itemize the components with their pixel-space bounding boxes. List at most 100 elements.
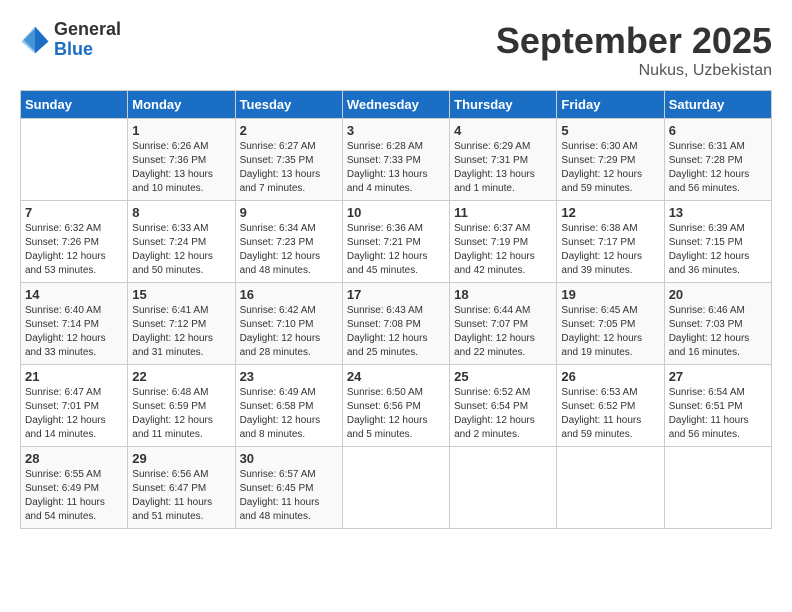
- day-info: Sunrise: 6:28 AM Sunset: 7:33 PM Dayligh…: [347, 140, 445, 196]
- calendar-cell: 30 Sunrise: 6:57 AM Sunset: 6:45 PM Dayl…: [235, 447, 342, 529]
- day-number: 26: [561, 369, 659, 384]
- calendar-cell: 24 Sunrise: 6:50 AM Sunset: 6:56 PM Dayl…: [342, 365, 449, 447]
- calendar-cell: 5 Sunrise: 6:30 AM Sunset: 7:29 PM Dayli…: [557, 119, 664, 201]
- day-number: 27: [669, 369, 767, 384]
- day-info: Sunrise: 6:50 AM Sunset: 6:56 PM Dayligh…: [347, 386, 445, 442]
- day-number: 21: [25, 369, 123, 384]
- day-info: Sunrise: 6:42 AM Sunset: 7:10 PM Dayligh…: [240, 304, 338, 360]
- logo-general: General: [54, 20, 121, 40]
- day-info: Sunrise: 6:37 AM Sunset: 7:19 PM Dayligh…: [454, 222, 552, 278]
- day-number: 5: [561, 123, 659, 138]
- calendar-cell: 28 Sunrise: 6:55 AM Sunset: 6:49 PM Dayl…: [21, 447, 128, 529]
- logo-text: General Blue: [54, 20, 121, 60]
- day-number: 10: [347, 205, 445, 220]
- calendar-cell: 7 Sunrise: 6:32 AM Sunset: 7:26 PM Dayli…: [21, 201, 128, 283]
- day-info: Sunrise: 6:49 AM Sunset: 6:58 PM Dayligh…: [240, 386, 338, 442]
- calendar-cell: [450, 447, 557, 529]
- logo: General Blue: [20, 20, 121, 60]
- calendar-cell: 12 Sunrise: 6:38 AM Sunset: 7:17 PM Dayl…: [557, 201, 664, 283]
- day-number: 6: [669, 123, 767, 138]
- day-info: Sunrise: 6:46 AM Sunset: 7:03 PM Dayligh…: [669, 304, 767, 360]
- day-number: 16: [240, 287, 338, 302]
- day-info: Sunrise: 6:30 AM Sunset: 7:29 PM Dayligh…: [561, 140, 659, 196]
- day-info: Sunrise: 6:43 AM Sunset: 7:08 PM Dayligh…: [347, 304, 445, 360]
- day-info: Sunrise: 6:56 AM Sunset: 6:47 PM Dayligh…: [132, 468, 230, 524]
- day-number: 25: [454, 369, 552, 384]
- day-number: 1: [132, 123, 230, 138]
- day-number: 12: [561, 205, 659, 220]
- day-info: Sunrise: 6:36 AM Sunset: 7:21 PM Dayligh…: [347, 222, 445, 278]
- calendar-cell: [664, 447, 771, 529]
- day-number: 3: [347, 123, 445, 138]
- weekday-header: Wednesday: [342, 91, 449, 119]
- calendar-cell: 13 Sunrise: 6:39 AM Sunset: 7:15 PM Dayl…: [664, 201, 771, 283]
- day-info: Sunrise: 6:45 AM Sunset: 7:05 PM Dayligh…: [561, 304, 659, 360]
- calendar-week-row: 1 Sunrise: 6:26 AM Sunset: 7:36 PM Dayli…: [21, 119, 772, 201]
- calendar-cell: 8 Sunrise: 6:33 AM Sunset: 7:24 PM Dayli…: [128, 201, 235, 283]
- calendar-cell: [342, 447, 449, 529]
- weekday-header: Saturday: [664, 91, 771, 119]
- weekday-header: Monday: [128, 91, 235, 119]
- weekday-header: Thursday: [450, 91, 557, 119]
- day-number: 18: [454, 287, 552, 302]
- calendar-cell: 9 Sunrise: 6:34 AM Sunset: 7:23 PM Dayli…: [235, 201, 342, 283]
- day-number: 17: [347, 287, 445, 302]
- day-info: Sunrise: 6:38 AM Sunset: 7:17 PM Dayligh…: [561, 222, 659, 278]
- day-info: Sunrise: 6:48 AM Sunset: 6:59 PM Dayligh…: [132, 386, 230, 442]
- calendar-cell: 27 Sunrise: 6:54 AM Sunset: 6:51 PM Dayl…: [664, 365, 771, 447]
- calendar-week-row: 14 Sunrise: 6:40 AM Sunset: 7:14 PM Dayl…: [21, 283, 772, 365]
- calendar-cell: 16 Sunrise: 6:42 AM Sunset: 7:10 PM Dayl…: [235, 283, 342, 365]
- day-number: 29: [132, 451, 230, 466]
- calendar-cell: 26 Sunrise: 6:53 AM Sunset: 6:52 PM Dayl…: [557, 365, 664, 447]
- day-number: 7: [25, 205, 123, 220]
- calendar-cell: 18 Sunrise: 6:44 AM Sunset: 7:07 PM Dayl…: [450, 283, 557, 365]
- calendar-week-row: 21 Sunrise: 6:47 AM Sunset: 7:01 PM Dayl…: [21, 365, 772, 447]
- day-number: 15: [132, 287, 230, 302]
- weekday-header: Tuesday: [235, 91, 342, 119]
- day-info: Sunrise: 6:33 AM Sunset: 7:24 PM Dayligh…: [132, 222, 230, 278]
- day-info: Sunrise: 6:26 AM Sunset: 7:36 PM Dayligh…: [132, 140, 230, 196]
- calendar-week-row: 28 Sunrise: 6:55 AM Sunset: 6:49 PM Dayl…: [21, 447, 772, 529]
- day-info: Sunrise: 6:39 AM Sunset: 7:15 PM Dayligh…: [669, 222, 767, 278]
- location: Nukus, Uzbekistan: [496, 62, 772, 80]
- day-number: 30: [240, 451, 338, 466]
- calendar-table: SundayMondayTuesdayWednesdayThursdayFrid…: [20, 90, 772, 529]
- day-info: Sunrise: 6:40 AM Sunset: 7:14 PM Dayligh…: [25, 304, 123, 360]
- calendar-cell: 29 Sunrise: 6:56 AM Sunset: 6:47 PM Dayl…: [128, 447, 235, 529]
- day-info: Sunrise: 6:54 AM Sunset: 6:51 PM Dayligh…: [669, 386, 767, 442]
- day-info: Sunrise: 6:53 AM Sunset: 6:52 PM Dayligh…: [561, 386, 659, 442]
- calendar-cell: 21 Sunrise: 6:47 AM Sunset: 7:01 PM Dayl…: [21, 365, 128, 447]
- day-info: Sunrise: 6:34 AM Sunset: 7:23 PM Dayligh…: [240, 222, 338, 278]
- day-number: 22: [132, 369, 230, 384]
- calendar-cell: 20 Sunrise: 6:46 AM Sunset: 7:03 PM Dayl…: [664, 283, 771, 365]
- day-number: 2: [240, 123, 338, 138]
- calendar-header: SundayMondayTuesdayWednesdayThursdayFrid…: [21, 91, 772, 119]
- day-number: 28: [25, 451, 123, 466]
- day-info: Sunrise: 6:29 AM Sunset: 7:31 PM Dayligh…: [454, 140, 552, 196]
- day-info: Sunrise: 6:44 AM Sunset: 7:07 PM Dayligh…: [454, 304, 552, 360]
- calendar-cell: [557, 447, 664, 529]
- calendar-cell: 25 Sunrise: 6:52 AM Sunset: 6:54 PM Dayl…: [450, 365, 557, 447]
- day-info: Sunrise: 6:31 AM Sunset: 7:28 PM Dayligh…: [669, 140, 767, 196]
- day-info: Sunrise: 6:47 AM Sunset: 7:01 PM Dayligh…: [25, 386, 123, 442]
- calendar-cell: 1 Sunrise: 6:26 AM Sunset: 7:36 PM Dayli…: [128, 119, 235, 201]
- calendar-cell: 22 Sunrise: 6:48 AM Sunset: 6:59 PM Dayl…: [128, 365, 235, 447]
- day-info: Sunrise: 6:32 AM Sunset: 7:26 PM Dayligh…: [25, 222, 123, 278]
- page-header: General Blue September 2025 Nukus, Uzbek…: [20, 20, 772, 80]
- calendar-cell: 4 Sunrise: 6:29 AM Sunset: 7:31 PM Dayli…: [450, 119, 557, 201]
- day-number: 11: [454, 205, 552, 220]
- day-info: Sunrise: 6:41 AM Sunset: 7:12 PM Dayligh…: [132, 304, 230, 360]
- weekday-header: Sunday: [21, 91, 128, 119]
- calendar-cell: 14 Sunrise: 6:40 AM Sunset: 7:14 PM Dayl…: [21, 283, 128, 365]
- calendar-cell: 11 Sunrise: 6:37 AM Sunset: 7:19 PM Dayl…: [450, 201, 557, 283]
- calendar-cell: 6 Sunrise: 6:31 AM Sunset: 7:28 PM Dayli…: [664, 119, 771, 201]
- calendar-cell: 17 Sunrise: 6:43 AM Sunset: 7:08 PM Dayl…: [342, 283, 449, 365]
- month-title: September 2025: [496, 20, 772, 62]
- day-number: 20: [669, 287, 767, 302]
- weekday-header: Friday: [557, 91, 664, 119]
- day-number: 14: [25, 287, 123, 302]
- calendar-cell: 2 Sunrise: 6:27 AM Sunset: 7:35 PM Dayli…: [235, 119, 342, 201]
- day-number: 9: [240, 205, 338, 220]
- day-number: 4: [454, 123, 552, 138]
- day-info: Sunrise: 6:55 AM Sunset: 6:49 PM Dayligh…: [25, 468, 123, 524]
